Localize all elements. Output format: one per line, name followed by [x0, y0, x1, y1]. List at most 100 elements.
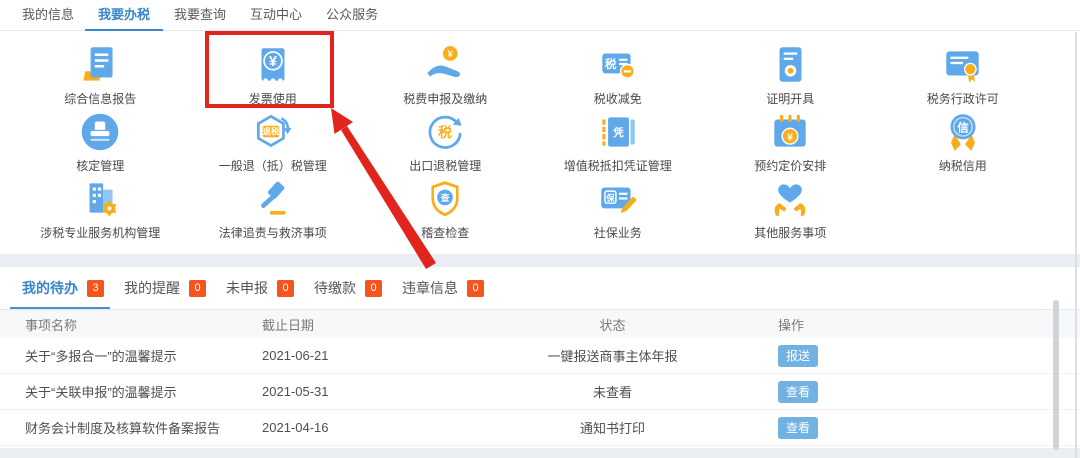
nav-tab-public-services[interactable]: 公众服务 [326, 0, 378, 30]
grid-item-label: 稽查检查 [421, 224, 469, 241]
deadline-date: 2021-05-31 [237, 384, 480, 399]
refund-hexagon-icon: 退税 [250, 109, 296, 155]
action-cell: 查看 [745, 417, 1080, 439]
svg-text:查: 查 [440, 192, 450, 203]
action-cell: 报送 [745, 345, 1080, 367]
todo-table: 事项名称截止日期状态操作 关于“多报合一”的温馨提示2021-06-21一键报送… [0, 310, 1080, 446]
grid-row: 涉税专业服务机构管理法律追责与救济事项查稽查检查保社保业务其他服务事项 [14, 174, 1064, 241]
grid-item-assessment-management[interactable]: 核定管理 [14, 107, 187, 174]
tab-count-badge: 0 [365, 280, 382, 297]
view-button[interactable]: 查看 [778, 417, 818, 439]
calendar-yen-icon: ¥ [767, 109, 813, 155]
svg-text:¥: ¥ [269, 54, 278, 70]
column-header: 操作 [745, 315, 1080, 334]
building-gear-icon [77, 176, 123, 222]
grid-item-audit-inspection[interactable]: 查稽查检查 [359, 174, 532, 241]
report-doc-icon [77, 42, 123, 88]
tab-label: 未申报 [226, 278, 268, 298]
grid-item-label: 增值税抵扣凭证管理 [564, 157, 672, 174]
table-row: 关于“关联申报”的温馨提示2021-05-31未查看 查看 [0, 374, 1080, 410]
svg-text:¥: ¥ [448, 48, 454, 59]
item-name: 关于“关联申报”的温馨提示 [0, 382, 237, 401]
grid-item-export-tax-refund[interactable]: 税出口退税管理 [359, 107, 532, 174]
tab-pending-payment[interactable]: 待缴款0 [314, 267, 382, 309]
todo-panel: 我的待办3我的提醒0未申报0待缴款0违章信息0 事项名称截止日期状态操作 关于“… [0, 267, 1080, 448]
item-name: 财务会计制度及核算软件备案报告 [0, 418, 237, 437]
credit-medal-icon: 信 [940, 109, 986, 155]
certificate-icon [767, 42, 813, 88]
grid-item-label: 纳税信用 [939, 157, 987, 174]
grid-item-label: 核定管理 [76, 157, 124, 174]
grid-item-label: 预约定价安排 [754, 157, 826, 174]
grid-item-label: 涉税专业服务机构管理 [40, 224, 160, 241]
grid-item-tax-admin-license[interactable]: 税务行政许可 [877, 40, 1050, 107]
tab-label: 我的提醒 [124, 278, 180, 298]
grid-item-other-services[interactable]: 其他服务事项 [704, 174, 877, 241]
svg-text:¥: ¥ [787, 132, 793, 143]
stamp-icon [77, 109, 123, 155]
gavel-icon [250, 176, 296, 222]
tab-my-todo[interactable]: 我的待办 3 [22, 267, 104, 309]
grid-item-label: 一般退（抵）税管理 [219, 157, 327, 174]
top-nav: 我的信息我要办税我要查询互动中心公众服务 [0, 0, 1080, 31]
item-name: 关于“多报合一”的温馨提示 [0, 346, 237, 365]
table-row: 财务会计制度及核算软件备案报告2021-04-16通知书打印查看 [0, 410, 1080, 446]
view-button[interactable]: 查看 [778, 381, 818, 403]
grid-item-social-insurance[interactable]: 保社保业务 [532, 174, 705, 241]
svg-text:税: 税 [605, 57, 617, 71]
separator-band-bottom [0, 448, 1080, 458]
refund-cycle-icon: 税 [422, 109, 468, 155]
todo-tabs-bar: 我的待办3我的提醒0未申报0待缴款0违章信息0 [0, 267, 1080, 310]
grid-row: 核定管理退税一般退（抵）税管理税出口退税管理凭增值税抵扣凭证管理¥预约定价安排信… [14, 107, 1064, 174]
license-ribbon-icon [940, 42, 986, 88]
tab-violation-info[interactable]: 违章信息0 [402, 267, 484, 309]
tab-undeclared[interactable]: 未申报 0 [226, 267, 294, 309]
nav-tab-tax-handling[interactable]: 我要办税 [98, 0, 150, 30]
grid-item-vat-deduction-voucher[interactable]: 凭增值税抵扣凭证管理 [532, 107, 705, 174]
tab-count-badge: 0 [277, 280, 294, 297]
grid-item-label: 税务行政许可 [927, 90, 999, 107]
nav-tab-my-info[interactable]: 我的信息 [22, 0, 74, 30]
grid-item-label: 税费申报及缴纳 [403, 90, 487, 107]
heart-hands-icon [767, 176, 813, 222]
grid-item-certificate-issuance[interactable]: 证明开具 [704, 40, 877, 107]
tab-count-badge: 3 [87, 280, 104, 297]
grid-item-label: 发票使用 [249, 90, 297, 107]
grid-item-label: 证明开具 [766, 90, 814, 107]
status-text: 一键报送商事主体年报 [480, 346, 745, 365]
vertical-scrollbar[interactable] [1053, 300, 1059, 450]
grid-item-label: 税收减免 [594, 90, 642, 107]
svg-text:信: 信 [957, 120, 969, 134]
svg-text:保: 保 [605, 193, 615, 203]
invoice-yen-icon: ¥ [250, 42, 296, 88]
grid-item-label: 法律追责与救济事项 [219, 224, 327, 241]
grid-item-advance-pricing[interactable]: ¥ 预约定价安排 [704, 107, 877, 174]
column-header: 状态 [480, 315, 745, 334]
tax-minus-icon: 税 [595, 42, 641, 88]
status-text: 未查看 [480, 382, 745, 401]
shield-check-icon: 查 [422, 176, 468, 222]
nav-tab-interactive-center[interactable]: 互动中心 [250, 0, 302, 30]
tab-label: 违章信息 [402, 278, 458, 298]
deadline-date: 2021-04-16 [237, 420, 480, 435]
submit-button[interactable]: 报送 [778, 345, 818, 367]
grid-item-tax-credit[interactable]: 信纳税信用 [877, 107, 1050, 174]
grid-item-tax-filing-payment[interactable]: ¥ 税费申报及缴纳 [359, 40, 532, 107]
tab-my-reminders[interactable]: 我的提醒 0 [124, 267, 206, 309]
grid-item-tax-service-agency[interactable]: 涉税专业服务机构管理 [14, 174, 187, 241]
nav-tab-my-inquiry[interactable]: 我要查询 [174, 0, 226, 30]
column-header: 事项名称 [0, 315, 237, 334]
grid-item-comprehensive-info-report[interactable]: 综合信息报告 [14, 40, 187, 107]
grid-item-general-tax-refund[interactable]: 退税一般退（抵）税管理 [187, 107, 360, 174]
tab-label: 我的待办 [22, 278, 78, 298]
grid-item-label: 综合信息报告 [64, 90, 136, 107]
grid-item-invoice-usage[interactable]: ¥ 发票使用 [187, 40, 360, 107]
voucher-icon: 凭 [595, 109, 641, 155]
grid-item-legal-remedy[interactable]: 法律追责与救济事项 [187, 174, 360, 241]
table-row: 关于“多报合一”的温馨提示2021-06-21一键报送商事主体年报 报送 [0, 338, 1080, 374]
grid-item-tax-reduction[interactable]: 税税收减免 [532, 40, 705, 107]
tab-count-badge: 0 [189, 280, 206, 297]
deadline-date: 2021-06-21 [237, 348, 480, 363]
svg-text:税: 税 [438, 124, 452, 140]
todo-table-body: 关于“多报合一”的温馨提示2021-06-21一键报送商事主体年报 报送关于“关联… [0, 338, 1080, 446]
